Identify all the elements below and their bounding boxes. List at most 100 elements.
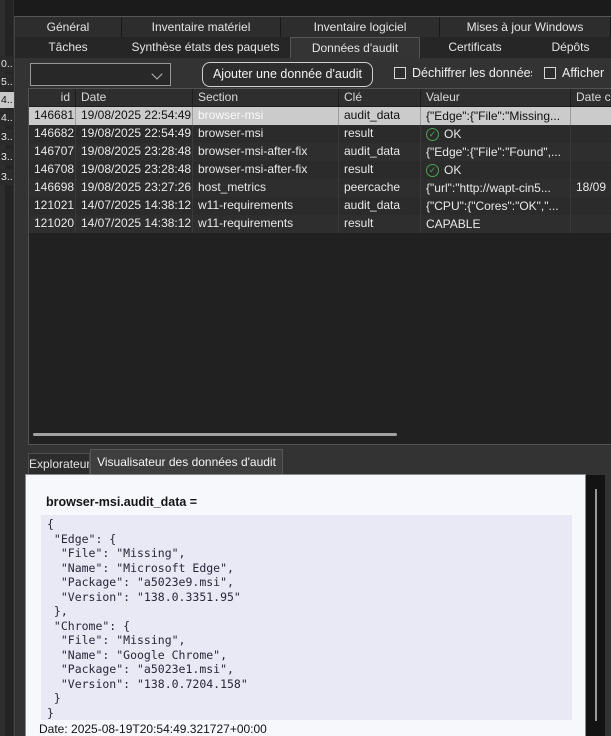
vertical-scrollbar-thumb[interactable]	[595, 489, 597, 721]
tab-inventaire-logiciel[interactable]: Inventaire logiciel	[281, 17, 440, 38]
window-top-bar	[14, 0, 611, 16]
tab-inventaire-materiel[interactable]: Inventaire matériel	[122, 17, 281, 38]
column-header-valeur[interactable]: Valeur	[421, 89, 571, 107]
host-list-item[interactable]: 4..	[0, 92, 14, 108]
column-header-date[interactable]: Date	[76, 89, 193, 107]
column-header-date-c[interactable]: Date c	[571, 89, 611, 107]
table-cell-valeur: {"url":"http://wapt-cin5...	[421, 179, 571, 197]
table-cell-cle: result	[339, 215, 421, 233]
table-cell-id: 121020	[29, 215, 76, 233]
table-cell-date-c	[571, 161, 611, 179]
tab-general[interactable]: Général	[15, 17, 122, 38]
table-cell-date-c	[571, 215, 611, 233]
host-list-item[interactable]: 3..	[0, 169, 14, 185]
value-cell-text: {"Edge":{"File":"Missing...	[426, 108, 560, 125]
tab-taches[interactable]: Tâches	[15, 37, 121, 58]
tab-visualisateur-donnees-audit[interactable]: Visualisateur des données d'audit	[90, 449, 283, 474]
check-circle-icon: ✓	[426, 128, 439, 141]
table-cell-date-c	[571, 125, 611, 143]
value-cell-text: OK	[444, 162, 461, 179]
table-cell-id: 146707	[29, 143, 76, 161]
decrypt-data-checkbox[interactable]	[394, 67, 406, 79]
value-cell-text: {"url":"http://wapt-cin5...	[426, 180, 551, 197]
column-header-id[interactable]: id	[29, 89, 76, 107]
table-cell-valeur: ✓ OK	[421, 125, 571, 143]
column-header-cle[interactable]: Clé	[339, 89, 421, 107]
value-cell-text: {"CPU":{"Cores":"OK","...	[426, 198, 559, 215]
table-cell-date-c	[571, 197, 611, 215]
viewer-title: browser-msi.audit_data =	[46, 495, 197, 509]
add-audit-data-button[interactable]: Ajouter une donnée d'audit	[202, 62, 373, 87]
table-cell-id: 146698	[29, 179, 76, 197]
audit-data-viewer-panel: browser-msi.audit_data = { "Edge": { "Fi…	[25, 474, 586, 736]
table-row[interactable]: 14668119/08/2025 22:54:49browser-msiaudi…	[29, 107, 611, 125]
table-row[interactable]: 14670819/08/2025 23:28:48browser-msi-aft…	[29, 161, 611, 179]
table-cell-cle: result	[339, 125, 421, 143]
tab-row-1: GénéralInventaire matérielInventaire log…	[15, 16, 611, 38]
json-value-text: { "Edge": { "File": "Missing", "Name": "…	[41, 515, 572, 720]
table-cell-valeur: {"Edge":{"File":"Found",...	[421, 143, 571, 161]
column-header-section[interactable]: Section	[193, 89, 339, 107]
table-cell-id: 146708	[29, 161, 76, 179]
value-cell-text: CAPABLE	[426, 216, 480, 233]
table-row[interactable]: 14669819/08/2025 23:27:26host_metricspee…	[29, 179, 611, 197]
table-cell-valeur: ✓ OK	[421, 161, 571, 179]
host-list-item[interactable]: 4..	[0, 110, 14, 126]
json-value-box: { "Edge": { "File": "Missing", "Name": "…	[41, 515, 572, 720]
table-cell-id: 146681	[29, 107, 76, 125]
tab-explorateur[interactable]: Explorateur	[28, 453, 90, 474]
audit-section-combobox[interactable]	[30, 63, 171, 86]
decrypt-data-checkbox-label: Déchiffrer les données	[412, 65, 532, 81]
table-cell-date: 19/08/2025 23:28:48	[76, 143, 193, 161]
table-cell-valeur: CAPABLE	[421, 215, 571, 233]
table-cell-section: browser-msi-after-fix	[193, 143, 339, 161]
show-checkbox-label: Afficher	[562, 65, 611, 81]
table-cell-date: 19/08/2025 22:54:49	[76, 125, 193, 143]
table-cell-section: browser-msi	[193, 125, 339, 143]
vertical-scrollbar-track[interactable]	[586, 475, 605, 736]
tab-certificats[interactable]: Certificats	[420, 37, 530, 58]
audit-data-grid: idDateSectionCléValeurDate c 14668119/08…	[28, 88, 611, 445]
table-cell-date-c: 18/09	[571, 179, 611, 197]
tab-donnees-d-audit[interactable]: Données d'audit	[290, 37, 420, 58]
host-list-item[interactable]: 5..	[0, 74, 14, 90]
table-cell-id: 146682	[29, 125, 76, 143]
table-cell-date: 19/08/2025 22:54:49	[76, 107, 193, 125]
tab-row-2: TâchesSynthèse états des paquetsDonnées …	[15, 37, 611, 58]
value-cell-text: OK	[444, 126, 461, 143]
tab-mises-a-jour-windows[interactable]: Mises à jour Windows	[440, 17, 611, 38]
table-row[interactable]: 12102114/07/2025 14:38:12w11-requirement…	[29, 197, 611, 215]
table-cell-valeur: {"CPU":{"Cores":"OK","...	[421, 197, 571, 215]
table-cell-cle: peercache	[339, 179, 421, 197]
table-row[interactable]: 14670719/08/2025 23:28:48browser-msi-aft…	[29, 143, 611, 161]
table-cell-cle: audit_data	[339, 107, 421, 125]
table-cell-date-c	[571, 143, 611, 161]
host-list-item[interactable]: 3..	[0, 129, 14, 145]
grid-header-row: idDateSectionCléValeurDate c	[29, 89, 611, 107]
table-cell-valeur: {"Edge":{"File":"Missing...	[421, 107, 571, 125]
table-cell-cle: audit_data	[339, 143, 421, 161]
table-cell-section: w11-requirements	[193, 215, 339, 233]
host-list-item[interactable]: 3..	[0, 149, 14, 165]
table-cell-section: browser-msi	[193, 107, 339, 125]
table-cell-id: 121021	[29, 197, 76, 215]
host-list-item[interactable]: 0..	[0, 56, 14, 72]
table-cell-date: 19/08/2025 23:27:26	[76, 179, 193, 197]
tab-synthese-etats-des-paquets[interactable]: Synthèse états des paquets	[121, 37, 290, 58]
table-cell-section: w11-requirements	[193, 197, 339, 215]
horizontal-scrollbar-thumb[interactable]	[33, 433, 397, 436]
table-cell-section: browser-msi-after-fix	[193, 161, 339, 179]
show-checkbox[interactable]	[544, 67, 556, 79]
table-cell-section: host_metrics	[193, 179, 339, 197]
table-row[interactable]: 14668219/08/2025 22:54:49browser-msiresu…	[29, 125, 611, 143]
table-cell-cle: audit_data	[339, 197, 421, 215]
check-circle-icon: ✓	[426, 164, 439, 177]
table-cell-date-c	[571, 107, 611, 125]
left-host-list-strip: 0.. 5.. 4.. 4.. 3.. 3.. 3..	[0, 0, 15, 736]
table-cell-cle: result	[339, 161, 421, 179]
table-cell-date: 19/08/2025 23:28:48	[76, 161, 193, 179]
tab-depots[interactable]: Dépôts	[530, 37, 611, 58]
table-row[interactable]: 12102014/07/2025 14:38:12w11-requirement…	[29, 215, 611, 233]
value-cell-text: {"Edge":{"File":"Found",...	[426, 144, 561, 161]
table-cell-date: 14/07/2025 14:38:12	[76, 197, 193, 215]
